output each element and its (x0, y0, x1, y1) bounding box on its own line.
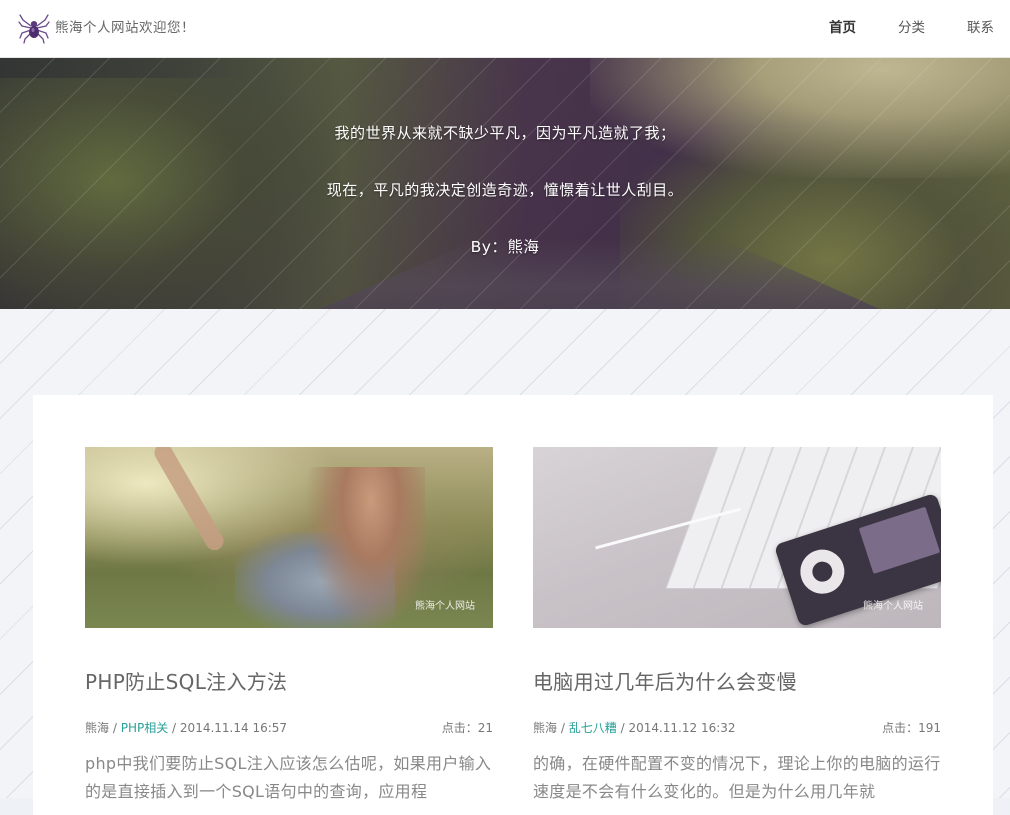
thumbnail-figure-head (305, 467, 425, 628)
thumbnail-player-screen (858, 506, 941, 574)
post-author: 熊海 (85, 721, 110, 735)
post-category-link[interactable]: PHP相关 (121, 721, 169, 735)
top-header: 熊海个人网站欢迎您！ 首页 分类 联系 (0, 0, 1010, 58)
post-date: 2014.11.12 16:32 (628, 721, 736, 735)
banner-quote-line-2: 现在，平凡的我决定创造奇迹，憧憬着让世人刮目。 (326, 181, 684, 199)
hero-banner: 我的世界从来就不缺少平凡，因为平凡造就了我； 现在，平凡的我决定创造奇迹，憧憬着… (0, 58, 1010, 309)
thumbnail-player-wheel (794, 543, 851, 600)
post-item: 熊海个人网站 PHP防止SQL注入方法 熊海 / PHP相关 / 2014.11… (85, 447, 493, 806)
post-meta-left: 熊海 / PHP相关 / 2014.11.14 16:57 (85, 719, 287, 736)
site-title[interactable]: 熊海个人网站欢迎您！ (55, 16, 195, 36)
post-category-link[interactable]: 乱七八糟 (569, 721, 617, 735)
post-date: 2014.11.14 16:57 (179, 721, 288, 735)
post-click-count: 点击：21 (441, 721, 493, 735)
meta-separator: / (172, 721, 177, 735)
post-click-count: 点击：191 (882, 721, 941, 735)
meta-separator: / (112, 721, 117, 735)
main-nav: 首页 分类 联系 (787, 16, 994, 36)
post-thumbnail[interactable]: 熊海个人网站 (533, 447, 941, 628)
post-author: 熊海 (533, 721, 558, 735)
nav-home[interactable]: 首页 (829, 16, 856, 36)
nav-category[interactable]: 分类 (898, 16, 925, 36)
banner-quote-author: By：熊海 (470, 238, 540, 256)
post-item: 熊海个人网站 电脑用过几年后为什么会变慢 熊海 / 乱七八糟 / 2014.11… (533, 447, 941, 806)
meta-separator: / (620, 721, 625, 735)
nav-contact[interactable]: 联系 (967, 16, 994, 36)
post-title[interactable]: PHP防止SQL注入方法 (85, 666, 493, 695)
post-thumbnail[interactable]: 熊海个人网站 (85, 447, 493, 628)
thumbnail-figure-arm (151, 447, 227, 554)
thumbnail-watermark: 熊海个人网站 (863, 601, 923, 612)
thumbnail-watermark: 熊海个人网站 (415, 601, 475, 612)
post-meta: 熊海 / 乱七八糟 / 2014.11.12 16:32 点击：191 (533, 719, 941, 736)
post-title[interactable]: 电脑用过几年后为什么会变慢 (533, 666, 941, 695)
post-meta-left: 熊海 / 乱七八糟 / 2014.11.12 16:32 (533, 719, 736, 736)
post-meta: 熊海 / PHP相关 / 2014.11.14 16:57 点击：21 (85, 719, 493, 736)
banner-quote-line-1: 我的世界从来就不缺少平凡，因为平凡造就了我； (334, 124, 676, 142)
post-list-card: 熊海个人网站 PHP防止SQL注入方法 熊海 / PHP相关 / 2014.11… (33, 395, 993, 815)
spider-logo-icon[interactable] (17, 11, 51, 45)
meta-separator: / (560, 721, 565, 735)
